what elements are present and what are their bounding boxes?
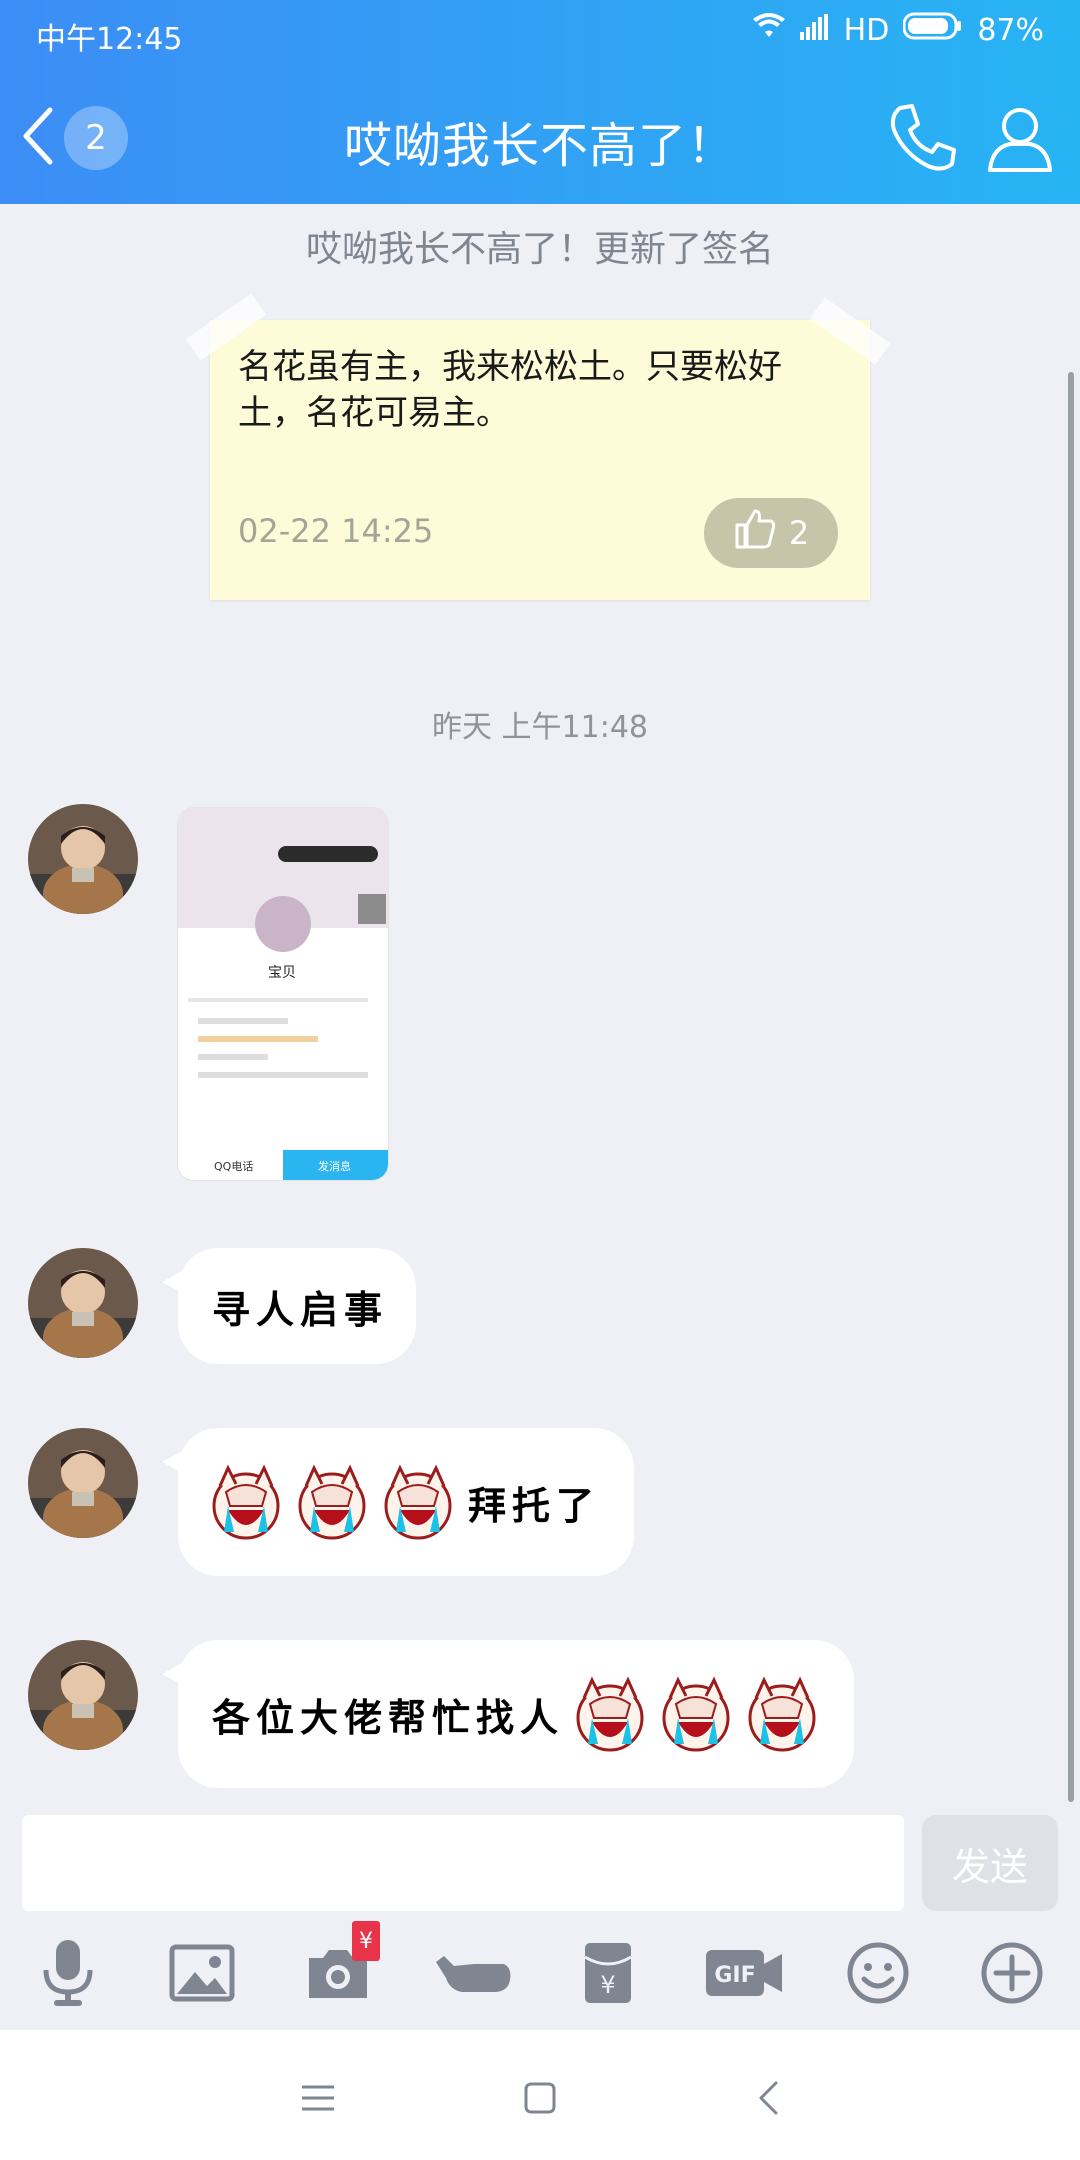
svg-text:GIF: GIF (714, 1963, 755, 1988)
send-button[interactable]: 发送 (922, 1815, 1058, 1911)
battery-level: 87% (977, 12, 1044, 48)
signature-text: 名花虽有主，我来松松土。只要松好土，名花可易主。 (238, 347, 782, 433)
header-bar: 中午12:45 HD 87% 2 哎呦我长不高了！ (0, 0, 1080, 204)
like-count: 2 (788, 514, 810, 552)
message-text: 寻人启事 (212, 1286, 389, 1332)
wifi-icon (752, 12, 786, 48)
laughing-cry-emoji-icon (656, 1674, 736, 1754)
nav-back-button[interactable] (738, 2070, 798, 2130)
laughing-cry-emoji-icon (742, 1674, 822, 1754)
chat-title: 哎呦我长不高了！ (343, 118, 736, 174)
chat-scrollbar[interactable] (1068, 372, 1074, 1802)
chevron-left-icon (18, 106, 58, 170)
message-text: 各位大佬帮忙找人 (212, 1694, 565, 1740)
home-square-icon (523, 2081, 557, 2119)
status-right: HD 87% (752, 12, 1044, 48)
image-message[interactable]: 宝贝 QQ电话 发消息 (178, 808, 388, 1180)
message-text: 拜托了 (468, 1482, 601, 1528)
red-packet-badge: ¥ (352, 1921, 380, 1961)
menu-icon (300, 2083, 336, 2117)
battery-icon (902, 12, 963, 48)
menu-button[interactable] (288, 2070, 348, 2130)
laughing-cry-emoji-icon (292, 1462, 372, 1542)
message-input[interactable] (22, 1815, 904, 1911)
system-nav-bar (0, 2030, 1080, 2160)
image-icon (169, 1944, 235, 2006)
send-message-label: 发消息 (318, 1160, 351, 1173)
thumbs-up-icon (733, 507, 777, 559)
phone-icon (882, 104, 962, 182)
emoji-icon (846, 1941, 910, 2009)
unread-count-badge: 2 (64, 106, 128, 170)
gif-button[interactable]: GIF (694, 1925, 794, 2025)
poke-button[interactable] (424, 1925, 524, 2025)
like-button[interactable]: 2 (704, 498, 838, 568)
title-bar: 2 哎呦我长不高了！ (0, 70, 1080, 204)
signal-icon (799, 13, 830, 48)
status-bar: 中午12:45 HD 87% (0, 0, 1080, 68)
album-button[interactable] (152, 1925, 252, 2025)
emoji-button[interactable] (828, 1925, 928, 2025)
input-row: 发送 (0, 1805, 1080, 1915)
signature-card[interactable]: 名花虽有主，我来松松土。只要松好土，名花可易主。 02-22 14:25 2 (185, 293, 891, 600)
system-notice: 哎呦我长不高了！更新了签名 (305, 229, 774, 270)
voice-button[interactable] (18, 1925, 118, 2025)
signature-timestamp: 02-22 14:25 (238, 512, 434, 550)
profile-button[interactable] (980, 98, 1060, 178)
red-packet-button[interactable]: ¥ (558, 1925, 658, 2025)
input-toolbar: ¥ ¥ GIF (0, 1921, 1080, 2025)
laughing-cry-emoji-icon (378, 1462, 458, 1542)
gif-icon: GIF (704, 1946, 784, 2004)
user-icon (980, 108, 1060, 182)
avatar[interactable] (28, 1248, 138, 1358)
message-bubble[interactable]: 拜托了 (162, 1428, 634, 1576)
avatar[interactable] (28, 804, 138, 914)
microphone-icon (38, 1938, 98, 2012)
avatar[interactable] (28, 1428, 138, 1538)
red-packet-icon: ¥ (583, 1941, 633, 2009)
camera-button[interactable]: ¥ (288, 1921, 388, 2025)
profile-name: 宝贝 (268, 965, 296, 981)
chevron-left-icon (756, 2080, 780, 2120)
home-button[interactable] (510, 2070, 570, 2130)
poke-icon (434, 1948, 514, 2002)
time-divider: 昨天 上午11:48 (432, 710, 648, 745)
plus-icon (980, 1941, 1044, 2009)
laughing-cry-emoji-icon (570, 1674, 650, 1754)
network-type: HD (843, 12, 890, 48)
message-bubble[interactable]: 寻人启事 (162, 1248, 416, 1364)
call-button[interactable] (882, 98, 962, 178)
laughing-cry-emoji-icon (206, 1462, 286, 1542)
message-bubble[interactable]: 各位大佬帮忙找人 (162, 1640, 854, 1788)
more-button[interactable] (962, 1925, 1062, 2025)
avatar[interactable] (28, 1640, 138, 1750)
status-time: 中午12:45 (36, 22, 183, 57)
qq-call-label: QQ电话 (214, 1160, 254, 1173)
svg-text:¥: ¥ (600, 1971, 615, 1999)
back-button[interactable]: 2 (18, 100, 148, 176)
